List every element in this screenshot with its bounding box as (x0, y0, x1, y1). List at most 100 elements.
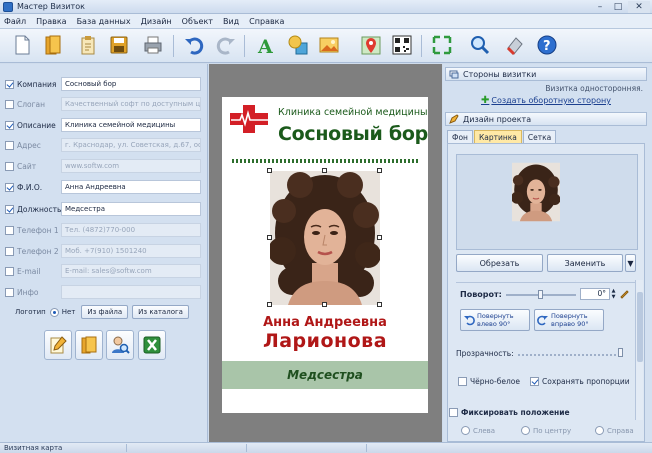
logo-from-catalog-button[interactable]: Из каталога (132, 305, 189, 319)
excel-import-button[interactable] (138, 330, 166, 360)
minimize-icon[interactable]: – (592, 1, 608, 13)
logo-from-file-button[interactable]: Из файла (81, 305, 129, 319)
medical-cross-logo-icon[interactable] (228, 103, 270, 135)
tab-picture[interactable]: Картинка (473, 130, 522, 143)
card-brand-text[interactable]: Сосновый бор (278, 123, 428, 145)
resize-handle[interactable] (267, 168, 272, 173)
menu-edit[interactable]: Правка (36, 17, 66, 26)
fix-position-checkbox[interactable] (449, 408, 458, 417)
menu-view[interactable]: Вид (223, 17, 239, 26)
phone2-checkbox[interactable] (5, 246, 14, 256)
menu-file[interactable]: Файл (4, 17, 26, 26)
menu-object[interactable]: Объект (182, 17, 213, 26)
add-text-icon[interactable]: A (254, 33, 278, 57)
add-back-side-link[interactable]: ✚ Создать оборотную сторону (481, 95, 611, 106)
align-left-option[interactable]: Слева (457, 426, 495, 435)
edit-fields-button[interactable] (44, 330, 72, 360)
print-icon[interactable] (141, 33, 165, 57)
description-input[interactable]: Клиника семейной медицины (61, 118, 201, 132)
position-input[interactable]: Медсестра (61, 202, 201, 216)
info-input[interactable] (61, 285, 201, 299)
site-checkbox[interactable] (5, 161, 14, 171)
zoom-icon[interactable] (468, 33, 492, 57)
open-template-icon[interactable] (41, 33, 65, 57)
transparency-slider[interactable] (518, 354, 622, 356)
align-center-radio[interactable] (521, 426, 530, 435)
resize-handle[interactable] (322, 302, 327, 307)
info-checkbox[interactable] (5, 287, 14, 297)
tab-grid[interactable]: Сетка (522, 130, 557, 143)
email-input[interactable]: E-mail: sales@softw.com (61, 264, 201, 278)
phone2-input[interactable]: Моб. +7(910) 1501240 (61, 244, 201, 258)
card-clinic-text[interactable]: Клиника семейной медицины (278, 107, 428, 118)
resize-handle[interactable] (377, 168, 382, 173)
align-left-radio[interactable] (461, 426, 470, 435)
fit-page-icon[interactable] (430, 33, 454, 57)
company-input[interactable]: Сосновый бор (61, 77, 201, 91)
redo-icon[interactable] (214, 33, 238, 57)
card-last-name-text[interactable]: Ларионова (222, 330, 428, 352)
maximize-icon[interactable]: □ (610, 1, 626, 13)
add-image-icon[interactable] (317, 33, 341, 57)
add-shape-icon[interactable] (286, 33, 310, 57)
card-photo[interactable] (267, 168, 382, 307)
description-checkbox[interactable] (5, 120, 14, 130)
open-file-icon[interactable] (76, 33, 100, 57)
phone1-checkbox[interactable] (5, 225, 14, 235)
scrollbar-thumb[interactable] (637, 292, 643, 362)
bw-checkbox[interactable] (458, 377, 467, 386)
fullname-input[interactable]: Анна Андреевна (61, 180, 201, 194)
resize-handle[interactable] (377, 235, 382, 240)
card-position-text[interactable]: Медсестра (287, 368, 363, 382)
replace-dropdown-arrow-icon[interactable]: ▼ (625, 254, 636, 272)
menu-design[interactable]: Дизайн (141, 17, 172, 26)
undo-icon[interactable] (182, 33, 206, 57)
site-input[interactable]: www.softw.com (61, 159, 201, 173)
menu-help[interactable]: Справка (249, 17, 284, 26)
properties-scrollbar[interactable] (635, 280, 643, 420)
tab-background[interactable]: Фон (447, 130, 473, 143)
phone1-input[interactable]: Тел. (4872)770-000 (61, 223, 201, 237)
rotation-spinner-icon[interactable]: ▲ ▼ (610, 288, 617, 300)
transparency-slider-handle[interactable] (618, 348, 623, 357)
search-contacts-button[interactable] (106, 330, 134, 360)
clear-icon[interactable] (503, 33, 527, 57)
new-card-icon[interactable] (10, 33, 34, 57)
slogan-input[interactable]: Качественный софт по доступным цена (61, 97, 201, 111)
rotation-value-input[interactable]: 0° (580, 288, 610, 300)
resize-handle[interactable] (322, 168, 327, 173)
address-input[interactable]: г. Краснодар, ул. Советская, д.67, оф.30 (61, 138, 201, 152)
close-icon[interactable]: ✕ (628, 0, 650, 13)
keep-ratio-checkbox[interactable] (530, 377, 539, 386)
align-right-radio[interactable] (595, 426, 604, 435)
card-first-name-text[interactable]: Анна Андреевна (222, 315, 428, 330)
resize-handle[interactable] (267, 302, 272, 307)
save-icon[interactable] (107, 33, 131, 57)
resize-handle[interactable] (377, 302, 382, 307)
card-canvas[interactable]: Клиника семейной медицины Сосновый бор А… (209, 64, 442, 442)
crop-button[interactable]: Обрезать (456, 254, 543, 272)
business-card[interactable]: Клиника семейной медицины Сосновый бор А… (222, 97, 428, 413)
company-checkbox[interactable] (5, 79, 14, 89)
menu-database[interactable]: База данных (77, 17, 131, 26)
templates-button[interactable] (75, 330, 103, 360)
replace-button[interactable]: Заменить (547, 254, 623, 272)
fullname-checkbox[interactable] (5, 182, 14, 192)
add-map-icon[interactable] (359, 33, 383, 57)
rotate-right-button[interactable]: Повернуть вправо 90° (534, 309, 604, 331)
address-checkbox[interactable] (5, 140, 14, 150)
resize-handle[interactable] (267, 235, 272, 240)
rotation-slider-handle[interactable] (538, 290, 543, 299)
design-header[interactable]: Дизайн проекта (445, 112, 647, 126)
card-sides-header[interactable]: Стороны визитки (445, 67, 647, 81)
align-right-option[interactable]: Справа (591, 426, 634, 435)
logo-none-radio[interactable] (49, 307, 59, 317)
rotate-left-button[interactable]: Повернуть влево 90° (460, 309, 530, 331)
position-checkbox[interactable] (5, 204, 14, 214)
help-icon[interactable]: ? (535, 33, 559, 57)
email-checkbox[interactable] (5, 266, 14, 276)
add-qr-code-icon[interactable] (390, 33, 414, 57)
slogan-checkbox[interactable] (5, 99, 14, 109)
align-center-option[interactable]: По центру (517, 426, 571, 435)
reset-rotation-icon[interactable] (619, 288, 630, 299)
